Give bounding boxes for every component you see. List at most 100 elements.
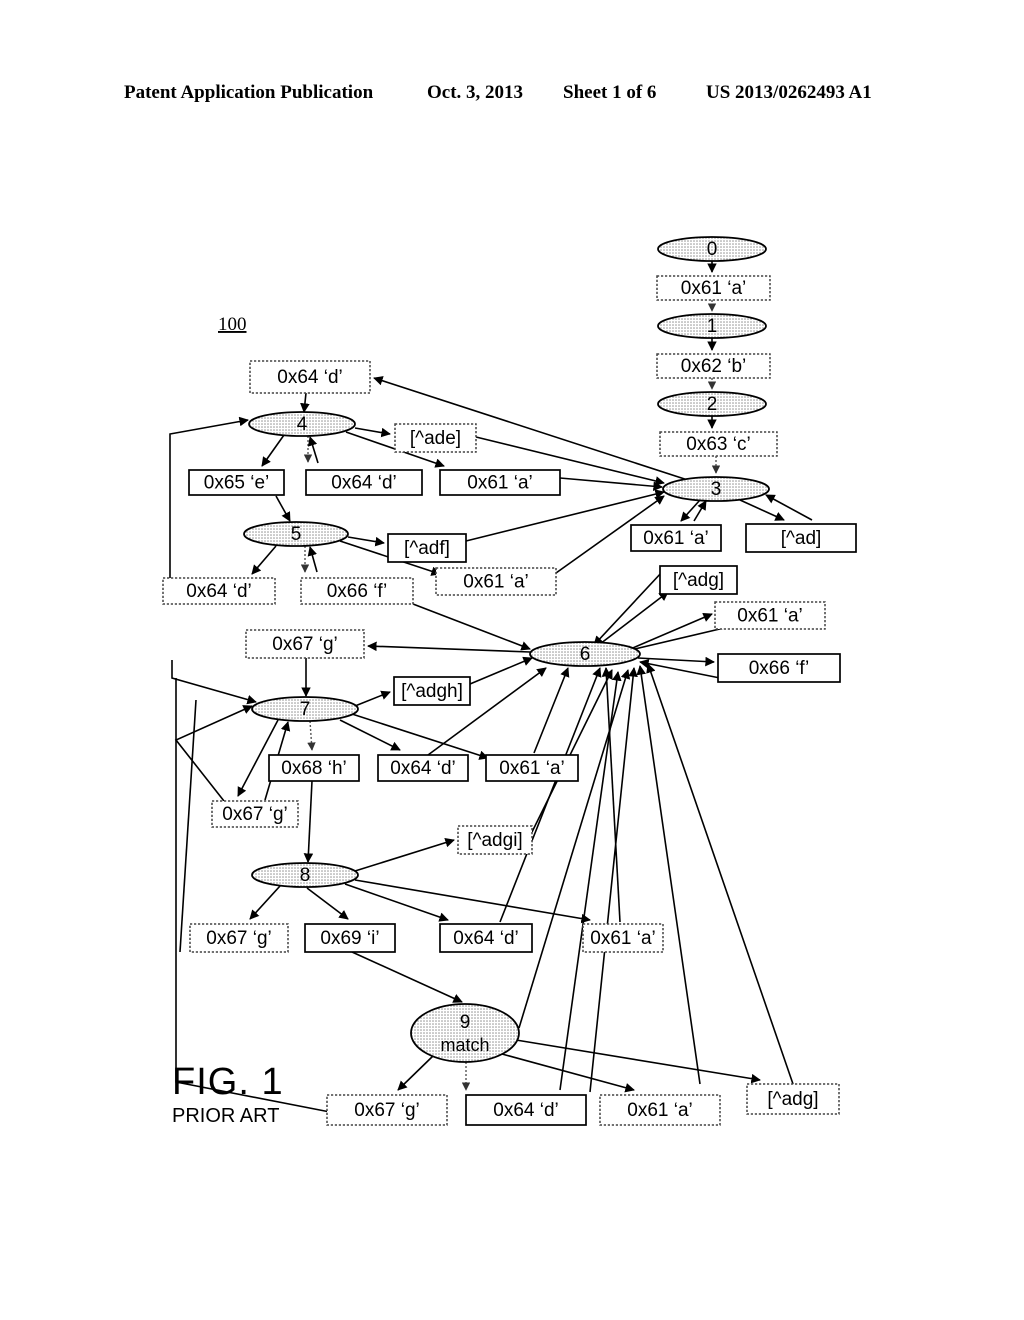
transition-box-label: 0x67 ‘g’ <box>222 804 288 825</box>
edge-adgi-to-n6 <box>531 669 613 833</box>
state-node-label: 4 <box>297 414 308 435</box>
figure-title: FIG. 1 <box>172 1061 284 1103</box>
state-node-1: 1 <box>657 313 767 339</box>
edge-n3-to-a3 <box>680 499 701 522</box>
transition-box: 0x62 ‘b’ <box>656 353 771 379</box>
transition-box: 0x61 ‘a’ <box>630 524 722 552</box>
transition-box-label: [^adf] <box>404 538 450 559</box>
transition-box: 0x67 ‘g’ <box>245 629 365 659</box>
transition-box: 0x61 ‘a’ <box>439 469 561 496</box>
transition-box: 0x64 ‘d’ <box>162 577 276 605</box>
transition-box-label: 0x61 ‘a’ <box>467 473 533 494</box>
transition-box: [^adg] <box>659 565 738 595</box>
edge-e-to-n5 <box>275 495 291 522</box>
edge-wrap-to-n7 <box>171 660 257 705</box>
state-node-sublabel: match <box>440 1035 489 1055</box>
edge-a9-to-n6 <box>589 667 638 1093</box>
state-node-label: 3 <box>711 479 722 500</box>
edge-n7-to-adgh <box>354 690 391 707</box>
figure-caption: FIG. 1 PRIOR ART <box>172 1062 432 1128</box>
edge-n9-to-a9 <box>501 1053 635 1093</box>
state-node-3: 3 <box>662 476 770 502</box>
state-node-label: 6 <box>580 644 591 665</box>
edge-n9-to-adg9 <box>515 1039 761 1084</box>
transition-box: 0x61 ‘a’ <box>435 567 557 596</box>
edge-n4-to-ade <box>354 427 391 438</box>
transition-box-label: 0x61 ‘a’ <box>643 528 709 549</box>
edge-n5-to-d5 <box>251 545 277 575</box>
reference-numeral-100: 100 <box>218 314 247 335</box>
state-node-label: 5 <box>291 524 302 545</box>
transition-box: 0x61 ‘a’ <box>599 1094 721 1126</box>
transition-box-label: 0x63 ‘c’ <box>686 434 750 455</box>
transition-box-label: [^adg] <box>673 570 724 591</box>
edge-f5-to-n6 <box>412 603 531 651</box>
transition-box: [^adg] <box>746 1083 840 1115</box>
transition-box-label: [^ad] <box>781 528 822 549</box>
state-node-label: 7 <box>300 699 311 720</box>
edge-i8-to-n9 <box>351 951 463 1003</box>
edge-n8-to-adgi <box>354 838 455 872</box>
transition-box: 0x64 ‘d’ <box>305 469 423 496</box>
transition-box: 0x61 ‘a’ <box>485 754 579 782</box>
transition-box-label: 0x61 ‘a’ <box>737 606 803 627</box>
transition-box: 0x69 ‘i’ <box>304 923 396 953</box>
edge-n3-to-ad <box>739 499 785 521</box>
transition-box-label: 0x62 ‘b’ <box>681 356 747 377</box>
transition-box-label: 0x68 ‘h’ <box>281 758 347 779</box>
state-node-9: 9match <box>410 1003 520 1063</box>
edge-g7b-to-n7-wrap <box>174 705 253 802</box>
edge-n7-to-d7 <box>339 719 401 751</box>
transition-box: 0x64 ‘d’ <box>249 360 371 394</box>
transition-box: 0x66 ‘f’ <box>300 577 414 605</box>
edge-adgh-to-n6 <box>469 656 533 685</box>
edge-n4-to-e <box>261 434 285 467</box>
transition-box-label: [^ade] <box>410 428 461 449</box>
transition-box: 0x63 ‘c’ <box>659 431 778 457</box>
state-node-2: 2 <box>657 391 767 417</box>
transition-box: [^ade] <box>394 423 477 453</box>
transition-box-label: [^adgi] <box>467 830 522 851</box>
transition-box-label: 0x64 ‘d’ <box>453 928 519 949</box>
edge-d4t-to-n4 <box>300 392 310 413</box>
edge-n8-to-i8 <box>306 887 349 920</box>
transition-box: [^adgh] <box>393 676 471 706</box>
edge-d4-to-n4 <box>307 436 319 464</box>
transition-box: 0x67 ‘g’ <box>189 923 289 953</box>
transition-box: 0x65 ‘e’ <box>188 469 285 496</box>
edge-n8-to-d8 <box>344 883 449 922</box>
edge-n5-to-adf <box>347 536 385 547</box>
transition-box-label: [^adgh] <box>401 681 463 702</box>
edge-d9-to-n6 <box>559 671 622 1091</box>
edge-a7-to-n6 <box>533 667 570 754</box>
transition-box-label: 0x61 ‘a’ <box>590 928 656 949</box>
transition-box: 0x61 ‘a’ <box>714 601 826 630</box>
state-machine-graph: 0x61 ‘a’ 0x62 ‘b’ 0x63 ‘c’ 0x61 ‘a’ [^ad] 0x6… <box>162 236 857 1126</box>
state-node-7: 7 <box>251 696 359 722</box>
transition-box-label: 0x61 ‘a’ <box>463 572 529 593</box>
transition-box-label: 0x64 ‘d’ <box>277 367 343 388</box>
transition-box-label: 0x61 ‘a’ <box>499 758 565 779</box>
transition-box-label: 0x64 ‘d’ <box>493 1100 559 1121</box>
transition-box: 0x64 ‘d’ <box>465 1094 587 1126</box>
transition-box: 0x67 ‘g’ <box>211 800 299 828</box>
figure-1-diagram: 0x61 ‘a’ 0x62 ‘b’ 0x63 ‘c’ 0x61 ‘a’ [^ad] 0x6… <box>0 0 1024 1320</box>
edge-adg6-to-n6 <box>593 571 663 646</box>
transition-box-label: 0x66 ‘f’ <box>749 658 810 679</box>
transition-box-label: [^adg] <box>767 1089 818 1110</box>
edge-n6-to-a6 <box>627 612 713 651</box>
transition-box: [^adgi] <box>457 825 533 855</box>
transition-box-label: 0x67 ‘g’ <box>272 634 338 655</box>
transition-box: 0x61 ‘a’ <box>656 275 771 301</box>
transition-box: [^ad] <box>745 523 857 553</box>
state-node-5: 5 <box>243 521 349 547</box>
edge-n6-to-f6 <box>637 656 715 667</box>
transition-box: 0x68 ‘h’ <box>268 754 360 782</box>
transition-box-label: 0x61 ‘a’ <box>681 278 747 299</box>
transition-box: 0x64 ‘d’ <box>377 754 469 782</box>
transition-box-label: 0x61 ‘a’ <box>627 1100 693 1121</box>
state-node-label: 8 <box>300 865 311 886</box>
edge-h7-to-n8 <box>303 780 314 863</box>
edge-d8-to-n6 <box>499 667 602 923</box>
edge-f5-to-n5 <box>307 546 318 573</box>
